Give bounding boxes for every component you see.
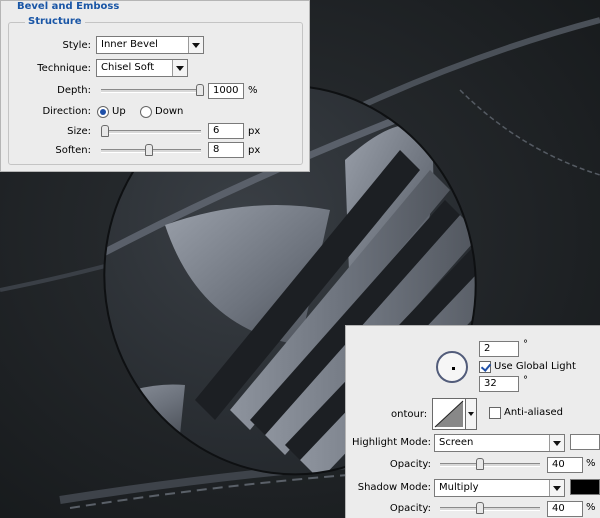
soften-unit: px <box>248 145 261 156</box>
direction-label: Direction: <box>42 106 91 117</box>
chevron-down-icon[interactable] <box>188 37 203 53</box>
technique-label: Technique: <box>37 63 91 74</box>
soften-slider-thumb[interactable] <box>145 144 153 156</box>
technique-dropdown[interactable]: Chisel Soft <box>96 59 188 77</box>
size-label: Size: <box>67 126 91 137</box>
anti-aliased-checkbox[interactable] <box>489 407 501 419</box>
anti-aliased-label[interactable]: Anti-aliased <box>504 407 563 418</box>
highlight-mode-label: Highlight Mode: <box>352 437 431 448</box>
angle-dial[interactable] <box>436 351 468 383</box>
highlight-opacity-input[interactable]: 40 <box>547 457 583 473</box>
gloss-contour-label: ontour: <box>391 409 428 420</box>
depth-unit: % <box>248 85 258 96</box>
shadow-mode-value: Multiply <box>439 482 479 493</box>
depth-slider-track[interactable] <box>101 89 201 93</box>
angle-unit: ° <box>523 339 528 350</box>
technique-value: Chisel Soft <box>101 62 155 73</box>
style-label: Style: <box>62 40 92 51</box>
direction-up-label[interactable]: Up <box>112 106 126 117</box>
contour-linear-icon[interactable] <box>432 398 466 430</box>
shadow-color-swatch[interactable] <box>570 479 600 495</box>
angle-dial-pointer-icon <box>452 367 455 370</box>
soften-label: Soften: <box>55 145 91 156</box>
highlight-mode-dropdown[interactable]: Screen <box>434 434 565 452</box>
shadow-opacity-input[interactable]: 40 <box>547 501 583 517</box>
highlight-color-swatch[interactable] <box>570 434 600 450</box>
direction-down-label[interactable]: Down <box>155 106 183 117</box>
panel-title: Bevel and Emboss <box>17 1 120 12</box>
chevron-down-icon[interactable] <box>549 480 564 496</box>
shadow-mode-dropdown[interactable]: Multiply <box>434 479 565 497</box>
chevron-down-icon <box>468 412 474 416</box>
soften-input[interactable]: 8 <box>208 142 244 158</box>
direction-up-radio[interactable] <box>97 106 109 118</box>
size-input[interactable]: 6 <box>208 123 244 139</box>
depth-input[interactable]: 1000 <box>208 83 244 99</box>
contour-dropdown-button[interactable] <box>466 398 477 430</box>
shading-panel: 2 ° Use Global Light 32 ° ontour: Anti-a… <box>345 325 600 518</box>
direction-down-radio[interactable] <box>140 106 152 118</box>
highlight-opacity-unit: % <box>586 458 596 469</box>
shadow-mode-label: Shadow Mode: <box>357 482 431 493</box>
size-unit: px <box>248 126 261 137</box>
altitude-input[interactable]: 32 <box>479 376 519 392</box>
depth-label: Depth: <box>57 85 91 96</box>
highlight-opacity-label: Opacity: <box>389 459 431 470</box>
chevron-down-icon[interactable] <box>549 435 564 451</box>
depth-slider-thumb[interactable] <box>196 84 204 96</box>
highlight-opacity-slider-track[interactable] <box>440 463 540 467</box>
shadow-opacity-slider-thumb[interactable] <box>476 502 484 514</box>
bevel-emboss-panel: Bevel and Emboss Structure Style: Inner … <box>0 0 310 172</box>
section-title: Structure <box>25 16 85 27</box>
style-value: Inner Bevel <box>101 39 158 50</box>
highlight-opacity-slider-thumb[interactable] <box>476 458 484 470</box>
style-dropdown[interactable]: Inner Bevel <box>96 36 204 54</box>
size-slider-thumb[interactable] <box>101 125 109 137</box>
size-slider-track[interactable] <box>101 130 201 134</box>
angle-input[interactable]: 2 <box>479 341 519 357</box>
highlight-mode-value: Screen <box>439 437 474 448</box>
chevron-down-icon[interactable] <box>172 60 187 76</box>
use-global-light-checkbox[interactable] <box>479 361 491 373</box>
altitude-unit: ° <box>523 375 528 386</box>
shadow-opacity-unit: % <box>586 502 596 513</box>
shadow-opacity-slider-track[interactable] <box>440 507 540 511</box>
shadow-opacity-label: Opacity: <box>389 503 431 514</box>
use-global-light-label[interactable]: Use Global Light <box>494 361 576 372</box>
